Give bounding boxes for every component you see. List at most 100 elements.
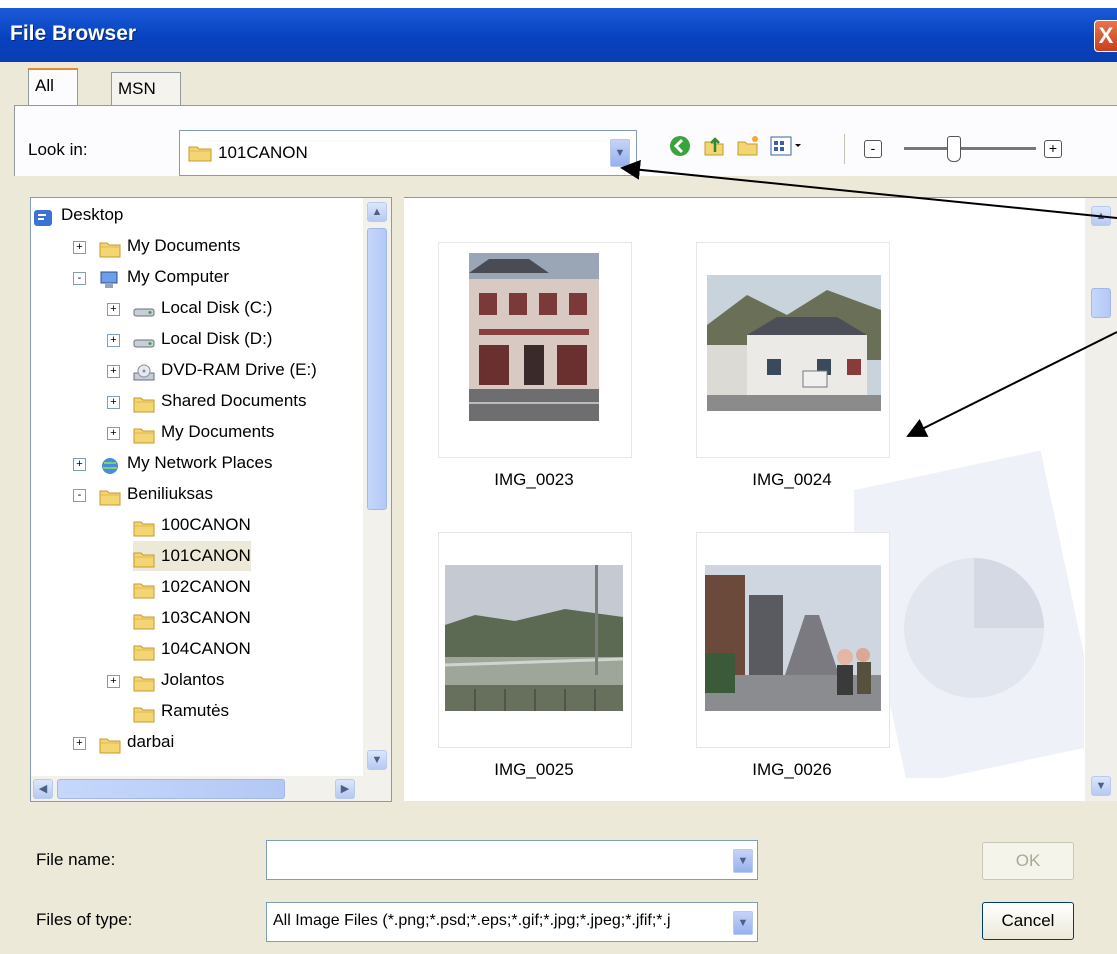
scroll-right-icon[interactable]: ▶ [335,779,355,799]
tree-item[interactable]: 103CANON [133,603,251,633]
tree-item-label: My Documents [161,422,275,441]
file-name-label: File name: [36,850,116,869]
scroll-up-icon[interactable]: ▲ [1091,206,1111,226]
drive-icon [133,331,155,349]
thumbnail-card[interactable] [696,242,890,458]
tree-expander[interactable]: + [107,396,120,409]
tab-all-files[interactable]: All Files [28,68,78,127]
files-of-type-dropdown[interactable]: All Image Files (*.png;*.psd;*.eps;*.gif… [266,902,758,942]
thumbnail-caption: IMG_0024 [752,470,832,489]
tree-item[interactable]: Jolantos [133,665,224,695]
tree-item[interactable]: My Computer [99,262,229,292]
tree-item[interactable]: Local Disk (C:) [133,293,272,323]
folder-icon [133,610,155,630]
look-in-dropdown[interactable]: 101CANON ▼ [179,130,637,176]
back-icon[interactable] [666,134,694,162]
folder-icon [133,548,155,568]
tree-item[interactable]: Ramutės [133,696,229,726]
tree-item[interactable]: Desktop [33,200,123,230]
tree-item[interactable]: 101CANON [133,541,251,571]
tree-vertical-scrollbar[interactable]: ▲ ▼ [363,198,391,776]
folder-icon [133,517,155,537]
tree-item[interactable]: My Documents [133,417,274,447]
look-in-label: Look in: [28,140,88,159]
tree-item[interactable]: DVD-RAM Drive (E:) [133,355,317,385]
zoom-slider-track[interactable] [904,147,1036,151]
tree-item[interactable]: 100CANON [133,510,251,540]
folder-icon [133,579,155,599]
folder-icon [99,734,121,754]
zoom-out-button[interactable]: - [864,140,882,158]
scroll-up-icon[interactable]: ▲ [367,202,387,222]
scroll-left-icon[interactable]: ◀ [33,779,53,799]
up-folder-icon[interactable] [700,134,728,162]
tree-hscroll-thumb[interactable] [57,779,285,799]
folder-icon [188,144,212,167]
thumbnail-caption: IMG_0023 [494,470,574,489]
thumbnail-scroll-thumb[interactable] [1091,288,1111,318]
tree-item-label: 104CANON [161,639,251,658]
new-folder-icon[interactable] [734,134,762,162]
scroll-down-icon[interactable]: ▼ [367,750,387,770]
network-icon [99,455,121,474]
tree-expander[interactable]: + [107,427,120,440]
tree-item[interactable]: My Documents [99,231,240,261]
thumbnail-vertical-scrollbar[interactable]: ▲ ▼ [1085,198,1117,801]
chevron-down-icon[interactable]: ▼ [610,139,630,167]
scroll-down-icon[interactable]: ▼ [1091,776,1111,796]
computer-icon [99,269,121,288]
drive-icon [133,300,155,318]
thumbnail-card[interactable] [696,532,890,748]
tree-item[interactable]: My Network Places [99,448,272,478]
thumbnail-card[interactable] [438,242,632,458]
photo-img-0025 [444,565,624,711]
tree-expander[interactable]: + [107,365,120,378]
zoom-in-button[interactable]: + [1044,140,1062,158]
tree-item[interactable]: 104CANON [133,634,251,664]
tree-item-label: DVD-RAM Drive (E:) [161,360,317,379]
file-name-input[interactable]: ▼ [266,840,758,880]
tree-item[interactable]: Local Disk (D:) [133,324,272,354]
tree-expander[interactable]: + [73,241,86,254]
zoom-slider-thumb[interactable] [947,136,961,162]
tree-item-label: 103CANON [161,608,251,627]
tree-scroll-thumb[interactable] [367,228,387,510]
photo-img-0023 [469,253,599,421]
tree-item-label: Shared Documents [161,391,307,410]
tree-horizontal-scrollbar[interactable]: ◀ ▶ [31,776,391,801]
tree-expander[interactable]: + [73,737,86,750]
ok-button[interactable]: OK [982,842,1074,880]
look-in-value: 101CANON [218,143,308,162]
tree-item[interactable]: darbai [99,727,174,757]
files-of-type-value: All Image Files (*.png;*.psd;*.eps;*.gif… [273,912,671,929]
tab-msn-groups[interactable]: MSN Groups [111,72,181,130]
tree-item[interactable]: Beniliuksas [99,479,213,509]
tree-item-label: Ramutės [161,701,230,720]
tree-expander[interactable]: - [73,489,86,502]
tree-expander[interactable]: + [107,334,120,347]
folder-icon [133,672,155,692]
title-bar[interactable]: File Browser X [0,8,1117,62]
close-button[interactable]: X [1094,20,1117,52]
tree-item-label: My Documents [127,236,241,255]
tree-expander[interactable]: - [73,272,86,285]
tree-expander[interactable]: + [107,675,120,688]
chevron-down-icon[interactable]: ▼ [733,849,753,873]
files-of-type-label: Files of type: [36,910,133,929]
toolbar-separator [844,134,845,164]
thumbnail-card[interactable] [438,532,632,748]
tree-item[interactable]: Shared Documents [133,386,307,416]
tree-item-label: Local Disk (C:) [161,298,273,317]
folder-icon [133,393,155,413]
tree-item-label: 102CANON [161,577,251,596]
folder-icon [99,486,121,506]
view-menu-icon[interactable] [768,134,806,162]
tree-item-label: darbai [127,732,175,751]
chevron-down-icon[interactable]: ▼ [733,911,753,935]
cancel-button[interactable]: Cancel [982,902,1074,940]
tree-item-label: Jolantos [161,670,225,689]
window-title: File Browser [10,22,137,45]
tree-expander[interactable]: + [73,458,86,471]
tree-item[interactable]: 102CANON [133,572,251,602]
tree-expander[interactable]: + [107,303,120,316]
